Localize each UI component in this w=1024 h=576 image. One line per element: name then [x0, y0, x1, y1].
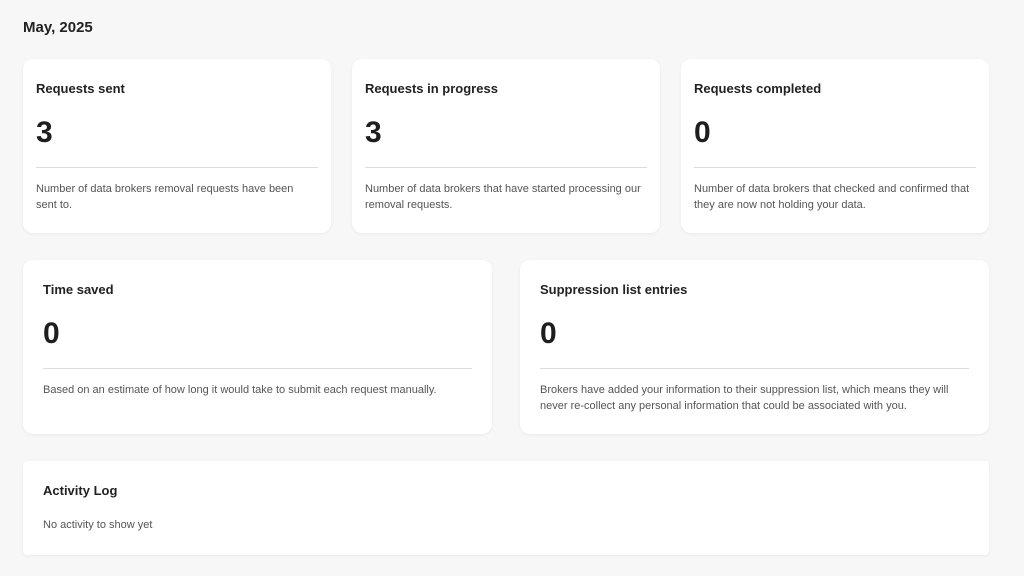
card-description: Number of data brokers removal requests …: [36, 183, 294, 211]
activity-log-title: Activity Log: [43, 483, 118, 498]
time-saved-card: Time saved 0 Based on an estimate of how…: [23, 260, 492, 434]
dashboard-page: May, 2025 Requests sent 3 Number of data…: [0, 0, 1024, 576]
card-divider: [365, 167, 647, 168]
card-title: Requests sent: [36, 81, 125, 96]
requests-sent-card: Requests sent 3 Number of data brokers r…: [23, 59, 331, 233]
requests-in-progress-value: 3: [365, 116, 382, 149]
time-saved-value: 0: [43, 317, 60, 350]
suppression-list-card: Suppression list entries 0 Brokers have …: [520, 260, 989, 434]
requests-completed-value: 0: [694, 116, 711, 149]
activity-empty-message: No activity to show yet: [43, 519, 153, 531]
card-divider: [43, 368, 472, 369]
requests-sent-value: 3: [36, 116, 53, 149]
card-divider: [694, 167, 976, 168]
card-title: Requests completed: [694, 81, 822, 96]
card-title: Time saved: [43, 282, 114, 297]
card-description: Number of data brokers that checked and …: [694, 183, 970, 211]
card-title: Requests in progress: [365, 81, 498, 96]
card-divider: [36, 167, 318, 168]
card-divider: [540, 368, 969, 369]
card-title: Suppression list entries: [540, 282, 688, 297]
requests-completed-card: Requests completed 0 Number of data brok…: [681, 59, 989, 233]
card-description: Number of data brokers that have started…: [365, 183, 641, 211]
card-description: Based on an estimate of how long it woul…: [43, 384, 437, 396]
period-title: May, 2025: [23, 19, 93, 36]
suppression-list-value: 0: [540, 317, 557, 350]
activity-log-card: Activity Log No activity to show yet: [23, 461, 989, 555]
requests-in-progress-card: Requests in progress 3 Number of data br…: [352, 59, 660, 233]
card-description: Brokers have added your information to t…: [540, 384, 949, 412]
